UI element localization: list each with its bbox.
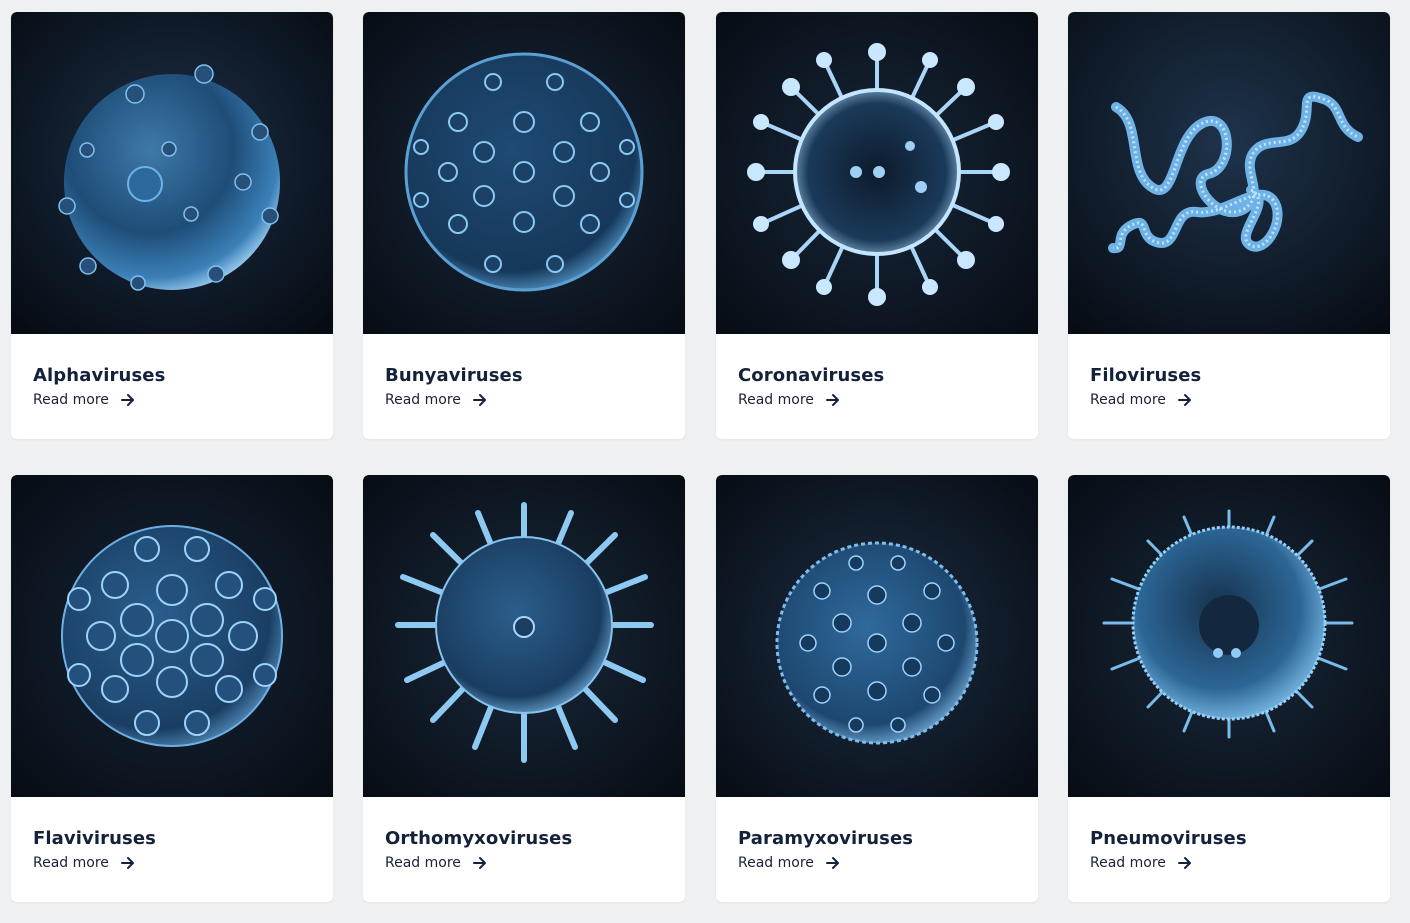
read-more-label: Read more xyxy=(33,855,109,871)
card-title: Pneumoviruses xyxy=(1090,828,1247,849)
alphavirus-particle-icon[interactable] xyxy=(11,12,333,334)
read-more-label: Read more xyxy=(1090,855,1166,871)
alphavirus-illustration xyxy=(11,12,333,334)
card-alphaviruses[interactable]: Alphaviruses Read more xyxy=(11,12,333,439)
virus-card-grid: Alphaviruses Read more Bunyaviruses Read… xyxy=(0,0,1410,923)
arrow-right-icon xyxy=(1177,857,1191,869)
arrow-right-icon xyxy=(472,394,486,406)
read-more-link[interactable]: Read more xyxy=(385,854,487,872)
orthomyxovirus-particle-icon[interactable] xyxy=(363,475,685,797)
coronavirus-illustration xyxy=(716,12,1038,334)
filovirus-filament-icon[interactable] xyxy=(1068,12,1390,334)
read-more-label: Read more xyxy=(385,855,461,871)
read-more-link[interactable]: Read more xyxy=(1090,391,1192,409)
card-title: Alphaviruses xyxy=(33,365,166,386)
read-more-link[interactable]: Read more xyxy=(1090,854,1192,872)
arrow-right-icon xyxy=(472,857,486,869)
read-more-label: Read more xyxy=(1090,392,1166,408)
coronavirus-particle-icon[interactable] xyxy=(716,12,1038,334)
flavivirus-particle-icon[interactable] xyxy=(11,475,333,797)
filovirus-illustration xyxy=(1068,12,1390,334)
card-title: Filoviruses xyxy=(1090,365,1202,386)
arrow-right-icon xyxy=(120,857,134,869)
bunyavirus-illustration xyxy=(363,12,685,334)
paramyxovirus-particle-icon[interactable] xyxy=(716,475,1038,797)
pneumovirus-particle-icon[interactable] xyxy=(1068,475,1390,797)
card-bunyaviruses[interactable]: Bunyaviruses Read more xyxy=(363,12,685,439)
card-pneumoviruses[interactable]: Pneumoviruses Read more xyxy=(1068,475,1390,902)
arrow-right-icon xyxy=(1177,394,1191,406)
card-flaviviruses[interactable]: Flaviviruses Read more xyxy=(11,475,333,902)
read-more-link[interactable]: Read more xyxy=(33,391,135,409)
read-more-link[interactable]: Read more xyxy=(385,391,487,409)
read-more-label: Read more xyxy=(738,392,814,408)
card-orthomyxoviruses[interactable]: Orthomyxoviruses Read more xyxy=(363,475,685,902)
read-more-label: Read more xyxy=(738,855,814,871)
bunyavirus-particle-icon[interactable] xyxy=(363,12,685,334)
arrow-right-icon xyxy=(120,394,134,406)
flavivirus-illustration xyxy=(11,475,333,797)
card-title: Coronaviruses xyxy=(738,365,885,386)
pneumovirus-illustration xyxy=(1068,475,1390,797)
orthomyxovirus-illustration xyxy=(363,475,685,797)
arrow-right-icon xyxy=(825,857,839,869)
card-title: Orthomyxoviruses xyxy=(385,828,573,849)
arrow-right-icon xyxy=(825,394,839,406)
read-more-link[interactable]: Read more xyxy=(738,391,840,409)
read-more-link[interactable]: Read more xyxy=(33,854,135,872)
card-coronaviruses[interactable]: Coronaviruses Read more xyxy=(716,12,1038,439)
read-more-label: Read more xyxy=(385,392,461,408)
read-more-link[interactable]: Read more xyxy=(738,854,840,872)
read-more-label: Read more xyxy=(33,392,109,408)
card-paramyxoviruses[interactable]: Paramyxoviruses Read more xyxy=(716,475,1038,902)
paramyxovirus-illustration xyxy=(716,475,1038,797)
card-filoviruses[interactable]: Filoviruses Read more xyxy=(1068,12,1390,439)
card-title: Paramyxoviruses xyxy=(738,828,914,849)
card-title: Flaviviruses xyxy=(33,828,156,849)
card-title: Bunyaviruses xyxy=(385,365,523,386)
